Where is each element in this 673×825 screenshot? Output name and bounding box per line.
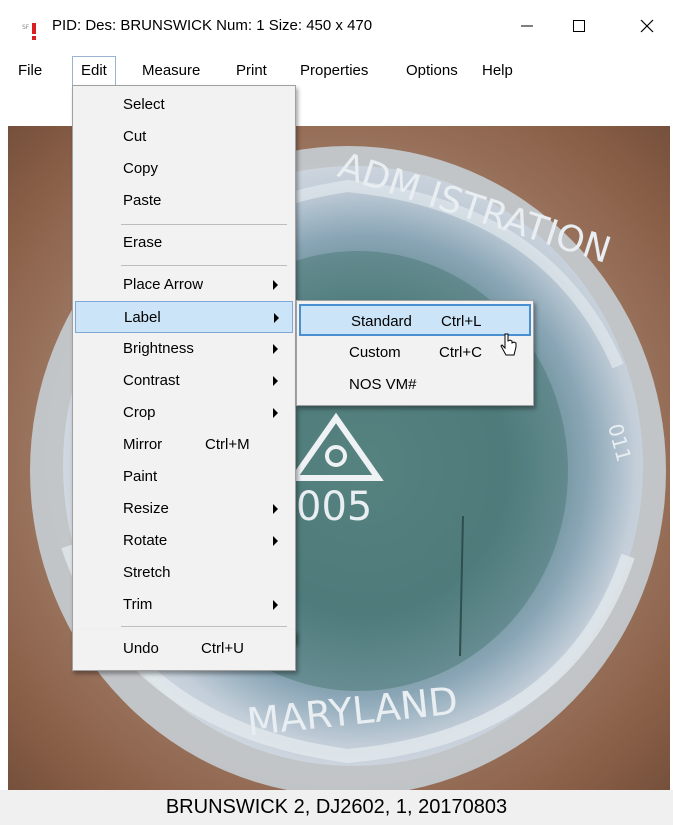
menu-item-shortcut: Ctrl+M [205, 436, 250, 453]
menu-item-label: Rotate [123, 532, 168, 549]
menu-item-place-arrow[interactable]: Place Arrow [75, 269, 293, 301]
menu-item-mirror[interactable]: Mirror Ctrl+M [75, 429, 293, 461]
app-icon: SF [22, 20, 44, 42]
submenu-arrow-icon [273, 344, 278, 354]
menu-file[interactable]: File [10, 56, 50, 86]
menu-item-stretch[interactable]: Stretch [75, 557, 293, 589]
submenu-item-custom[interactable]: Custom Ctrl+C [299, 337, 531, 369]
menu-properties[interactable]: Properties [292, 56, 376, 86]
menu-item-label: Place Arrow [123, 276, 204, 293]
minimize-icon [521, 25, 533, 27]
menu-item-trim[interactable]: Trim [75, 589, 293, 621]
menu-separator [121, 626, 287, 627]
menu-edit[interactable]: Edit [72, 56, 116, 86]
menu-item-cut[interactable]: Cut [75, 121, 293, 153]
menu-print[interactable]: Print [228, 56, 275, 86]
title-bar: SF PID: Des: BRUNSWICK Num: 1 Size: 450 … [0, 0, 673, 56]
menu-item-label: Cut [123, 128, 147, 145]
submenu-item-nos-vm[interactable]: NOS VM# [299, 369, 531, 401]
stamp-number: 005 [296, 484, 372, 530]
submenu-arrow-icon [273, 504, 278, 514]
edit-menu-bottom: Undo Ctrl+U [72, 630, 296, 671]
submenu-arrow-icon [273, 376, 278, 386]
menu-item-label-active[interactable]: Label [75, 301, 293, 333]
menu-item-paint[interactable]: Paint [75, 461, 293, 493]
menu-item-label: Erase [123, 234, 163, 251]
menu-item-paste[interactable]: Paste [75, 185, 293, 217]
menu-item-label: Paint [123, 468, 158, 485]
menu-item-label: Crop [123, 404, 156, 421]
menu-item-undo[interactable]: Undo Ctrl+U [75, 633, 293, 665]
menu-item-select[interactable]: Select [75, 89, 293, 121]
status-text: BRUNSWICK 2, DJ2602, 1, 20170803 [165, 796, 508, 818]
svg-text:SF: SF [22, 24, 30, 31]
menu-item-label: Copy [123, 160, 159, 177]
submenu-arrow-icon [274, 313, 279, 323]
menu-item-contrast[interactable]: Contrast [75, 365, 293, 397]
menu-item-label: Stretch [123, 564, 171, 581]
menu-item-label: Resize [123, 500, 169, 517]
menu-item-shortcut: Ctrl+L [441, 313, 482, 330]
maximize-button[interactable] [557, 8, 601, 44]
menu-separator [121, 265, 287, 266]
menu-item-label: Trim [123, 596, 153, 613]
menu-item-label: NOS VM# [349, 376, 417, 393]
menu-item-label: Custom [349, 344, 401, 361]
mouse-cursor-icon [500, 333, 517, 356]
menu-item-label: Label [124, 309, 161, 326]
submenu-item-standard[interactable]: Standard Ctrl+L [299, 304, 531, 336]
menu-help[interactable]: Help [474, 56, 521, 86]
minimize-button[interactable] [505, 8, 549, 44]
close-icon [640, 19, 654, 33]
menu-options[interactable]: Options [398, 56, 466, 86]
submenu-arrow-icon [273, 280, 278, 290]
menu-item-rotate[interactable]: Rotate [75, 525, 293, 557]
menu-item-resize[interactable]: Resize [75, 493, 293, 525]
submenu-arrow-icon [273, 536, 278, 546]
menu-item-crop[interactable]: Crop [75, 397, 293, 429]
menu-item-label: Standard [351, 313, 412, 330]
submenu-arrow-icon [273, 408, 278, 418]
menu-item-label: Brightness [123, 340, 194, 357]
menu-item-label: Mirror [123, 436, 163, 453]
menu-separator [121, 224, 287, 225]
status-bar: BRUNSWICK 2, DJ2602, 1, 20170803 [0, 790, 673, 825]
window-title: PID: Des: BRUNSWICK Num: 1 Size: 450 x 4… [52, 17, 373, 34]
menu-item-copy[interactable]: Copy [75, 153, 293, 185]
menu-measure[interactable]: Measure [134, 56, 208, 86]
menu-item-label: Select [123, 96, 165, 113]
edit-menu: Select Cut Copy Paste Erase Place Arrow … [72, 85, 296, 643]
maximize-icon [573, 20, 585, 32]
menu-item-brightness[interactable]: Brightness [75, 333, 293, 365]
menu-item-label: Paste [123, 192, 162, 209]
menu-item-label: Undo [123, 640, 159, 657]
submenu-arrow-icon [273, 600, 278, 610]
menu-item-label: Contrast [123, 372, 180, 389]
menu-bar: File Edit Measure Print Properties Optio… [0, 56, 673, 86]
menu-item-erase[interactable]: Erase [75, 227, 293, 259]
close-button[interactable] [625, 8, 669, 44]
label-submenu: Standard Ctrl+L Custom Ctrl+C NOS VM# [296, 300, 534, 406]
menu-item-shortcut: Ctrl+C [439, 344, 482, 361]
menu-item-shortcut: Ctrl+U [201, 640, 244, 657]
